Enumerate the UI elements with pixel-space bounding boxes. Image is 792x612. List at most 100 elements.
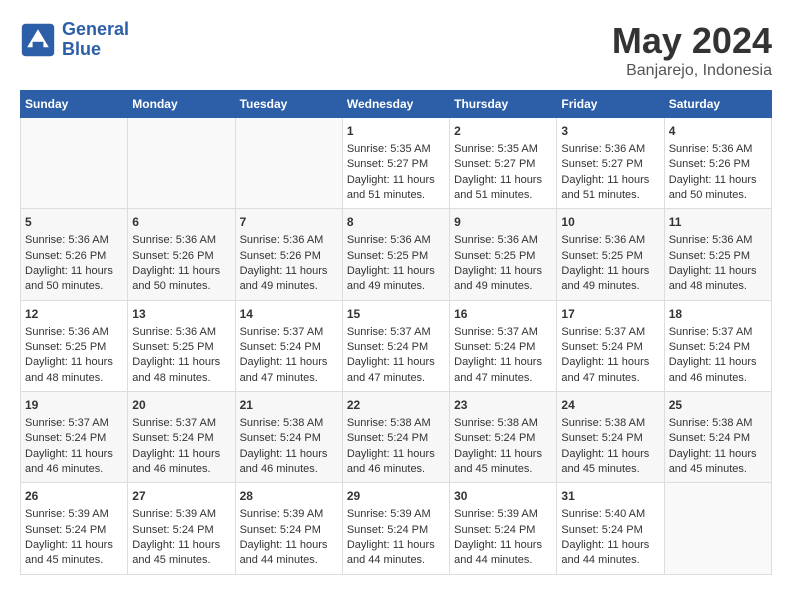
calendar-cell: 18Sunrise: 5:37 AMSunset: 5:24 PMDayligh… — [664, 300, 771, 391]
calendar-cell: 23Sunrise: 5:38 AMSunset: 5:24 PMDayligh… — [450, 392, 557, 483]
calendar-cell: 16Sunrise: 5:37 AMSunset: 5:24 PMDayligh… — [450, 300, 557, 391]
day-detail: Sunrise: 5:37 AM — [25, 416, 123, 431]
month-year-title: May 2024 — [612, 20, 772, 62]
day-detail: Daylight: 11 hours — [132, 447, 230, 462]
day-header-thursday: Thursday — [450, 91, 557, 118]
day-detail: and 50 minutes. — [669, 188, 767, 203]
day-number: 27 — [132, 488, 230, 505]
calendar-cell: 9Sunrise: 5:36 AMSunset: 5:25 PMDaylight… — [450, 209, 557, 300]
day-detail: Sunrise: 5:37 AM — [561, 325, 659, 340]
day-detail: and 45 minutes. — [25, 553, 123, 568]
day-detail: Sunset: 5:24 PM — [669, 340, 767, 355]
calendar-cell: 13Sunrise: 5:36 AMSunset: 5:25 PMDayligh… — [128, 300, 235, 391]
day-number: 10 — [561, 214, 659, 231]
day-detail: and 48 minutes. — [132, 371, 230, 386]
day-detail: Sunset: 5:24 PM — [669, 431, 767, 446]
day-detail: Sunrise: 5:39 AM — [132, 507, 230, 522]
day-detail: and 49 minutes. — [454, 279, 552, 294]
calendar-cell: 12Sunrise: 5:36 AMSunset: 5:25 PMDayligh… — [21, 300, 128, 391]
day-detail: Sunset: 5:25 PM — [561, 249, 659, 264]
day-detail: Sunset: 5:24 PM — [561, 340, 659, 355]
calendar-week-1: 1Sunrise: 5:35 AMSunset: 5:27 PMDaylight… — [21, 118, 772, 209]
day-detail: Daylight: 11 hours — [132, 355, 230, 370]
day-detail: Daylight: 11 hours — [240, 447, 338, 462]
day-detail: Daylight: 11 hours — [347, 264, 445, 279]
day-detail: and 50 minutes. — [25, 279, 123, 294]
day-detail: Daylight: 11 hours — [240, 264, 338, 279]
day-detail: Sunset: 5:24 PM — [347, 523, 445, 538]
day-detail: Sunrise: 5:37 AM — [132, 416, 230, 431]
day-number: 14 — [240, 306, 338, 323]
day-detail: Sunrise: 5:38 AM — [561, 416, 659, 431]
day-detail: and 47 minutes. — [454, 371, 552, 386]
day-detail: and 44 minutes. — [454, 553, 552, 568]
calendar-cell — [664, 483, 771, 574]
calendar-cell: 29Sunrise: 5:39 AMSunset: 5:24 PMDayligh… — [342, 483, 449, 574]
logo-line2: Blue — [62, 39, 101, 59]
day-detail: Sunset: 5:24 PM — [132, 431, 230, 446]
day-header-sunday: Sunday — [21, 91, 128, 118]
day-detail: Sunset: 5:24 PM — [347, 431, 445, 446]
day-detail: Sunrise: 5:38 AM — [347, 416, 445, 431]
calendar-cell: 2Sunrise: 5:35 AMSunset: 5:27 PMDaylight… — [450, 118, 557, 209]
calendar-header-row: SundayMondayTuesdayWednesdayThursdayFrid… — [21, 91, 772, 118]
day-detail: and 46 minutes. — [347, 462, 445, 477]
day-detail: Sunset: 5:26 PM — [25, 249, 123, 264]
day-header-wednesday: Wednesday — [342, 91, 449, 118]
day-detail: Daylight: 11 hours — [347, 355, 445, 370]
calendar-cell: 6Sunrise: 5:36 AMSunset: 5:26 PMDaylight… — [128, 209, 235, 300]
day-detail: Daylight: 11 hours — [25, 355, 123, 370]
day-detail: and 46 minutes. — [132, 462, 230, 477]
day-detail: Daylight: 11 hours — [25, 538, 123, 553]
day-number: 18 — [669, 306, 767, 323]
day-detail: and 48 minutes. — [25, 371, 123, 386]
day-detail: Sunrise: 5:39 AM — [240, 507, 338, 522]
day-detail: Sunset: 5:24 PM — [561, 523, 659, 538]
day-detail: Daylight: 11 hours — [25, 264, 123, 279]
day-detail: Sunrise: 5:36 AM — [240, 233, 338, 248]
day-detail: Sunrise: 5:36 AM — [25, 233, 123, 248]
day-detail: Sunset: 5:24 PM — [454, 431, 552, 446]
day-detail: Daylight: 11 hours — [561, 538, 659, 553]
day-number: 30 — [454, 488, 552, 505]
day-detail: and 45 minutes. — [132, 553, 230, 568]
day-detail: and 45 minutes. — [454, 462, 552, 477]
day-detail: Sunset: 5:24 PM — [240, 340, 338, 355]
day-detail: and 49 minutes. — [347, 279, 445, 294]
day-detail: Sunset: 5:25 PM — [454, 249, 552, 264]
day-detail: Sunset: 5:25 PM — [25, 340, 123, 355]
day-detail: Sunrise: 5:36 AM — [669, 142, 767, 157]
day-detail: Sunset: 5:25 PM — [347, 249, 445, 264]
calendar-week-4: 19Sunrise: 5:37 AMSunset: 5:24 PMDayligh… — [21, 392, 772, 483]
calendar-cell: 15Sunrise: 5:37 AMSunset: 5:24 PMDayligh… — [342, 300, 449, 391]
day-detail: and 51 minutes. — [454, 188, 552, 203]
logo-line1: General — [62, 19, 129, 39]
day-detail: and 49 minutes. — [240, 279, 338, 294]
day-detail: Daylight: 11 hours — [561, 173, 659, 188]
calendar-week-3: 12Sunrise: 5:36 AMSunset: 5:25 PMDayligh… — [21, 300, 772, 391]
day-detail: and 45 minutes. — [669, 462, 767, 477]
day-number: 23 — [454, 397, 552, 414]
day-detail: Sunset: 5:24 PM — [25, 523, 123, 538]
day-detail: and 44 minutes. — [347, 553, 445, 568]
day-number: 28 — [240, 488, 338, 505]
day-detail: Sunrise: 5:38 AM — [454, 416, 552, 431]
day-header-monday: Monday — [128, 91, 235, 118]
calendar-cell: 5Sunrise: 5:36 AMSunset: 5:26 PMDaylight… — [21, 209, 128, 300]
calendar-cell: 24Sunrise: 5:38 AMSunset: 5:24 PMDayligh… — [557, 392, 664, 483]
day-number: 15 — [347, 306, 445, 323]
day-detail: Sunset: 5:26 PM — [240, 249, 338, 264]
logo-text: General Blue — [62, 20, 129, 60]
day-detail: Sunrise: 5:36 AM — [132, 233, 230, 248]
day-detail: and 45 minutes. — [561, 462, 659, 477]
calendar-cell: 8Sunrise: 5:36 AMSunset: 5:25 PMDaylight… — [342, 209, 449, 300]
day-detail: Sunset: 5:26 PM — [132, 249, 230, 264]
day-detail: and 46 minutes. — [240, 462, 338, 477]
day-number: 11 — [669, 214, 767, 231]
day-detail: Sunset: 5:24 PM — [347, 340, 445, 355]
day-number: 6 — [132, 214, 230, 231]
day-detail: and 44 minutes. — [240, 553, 338, 568]
calendar-cell: 25Sunrise: 5:38 AMSunset: 5:24 PMDayligh… — [664, 392, 771, 483]
day-detail: and 44 minutes. — [561, 553, 659, 568]
day-number: 8 — [347, 214, 445, 231]
